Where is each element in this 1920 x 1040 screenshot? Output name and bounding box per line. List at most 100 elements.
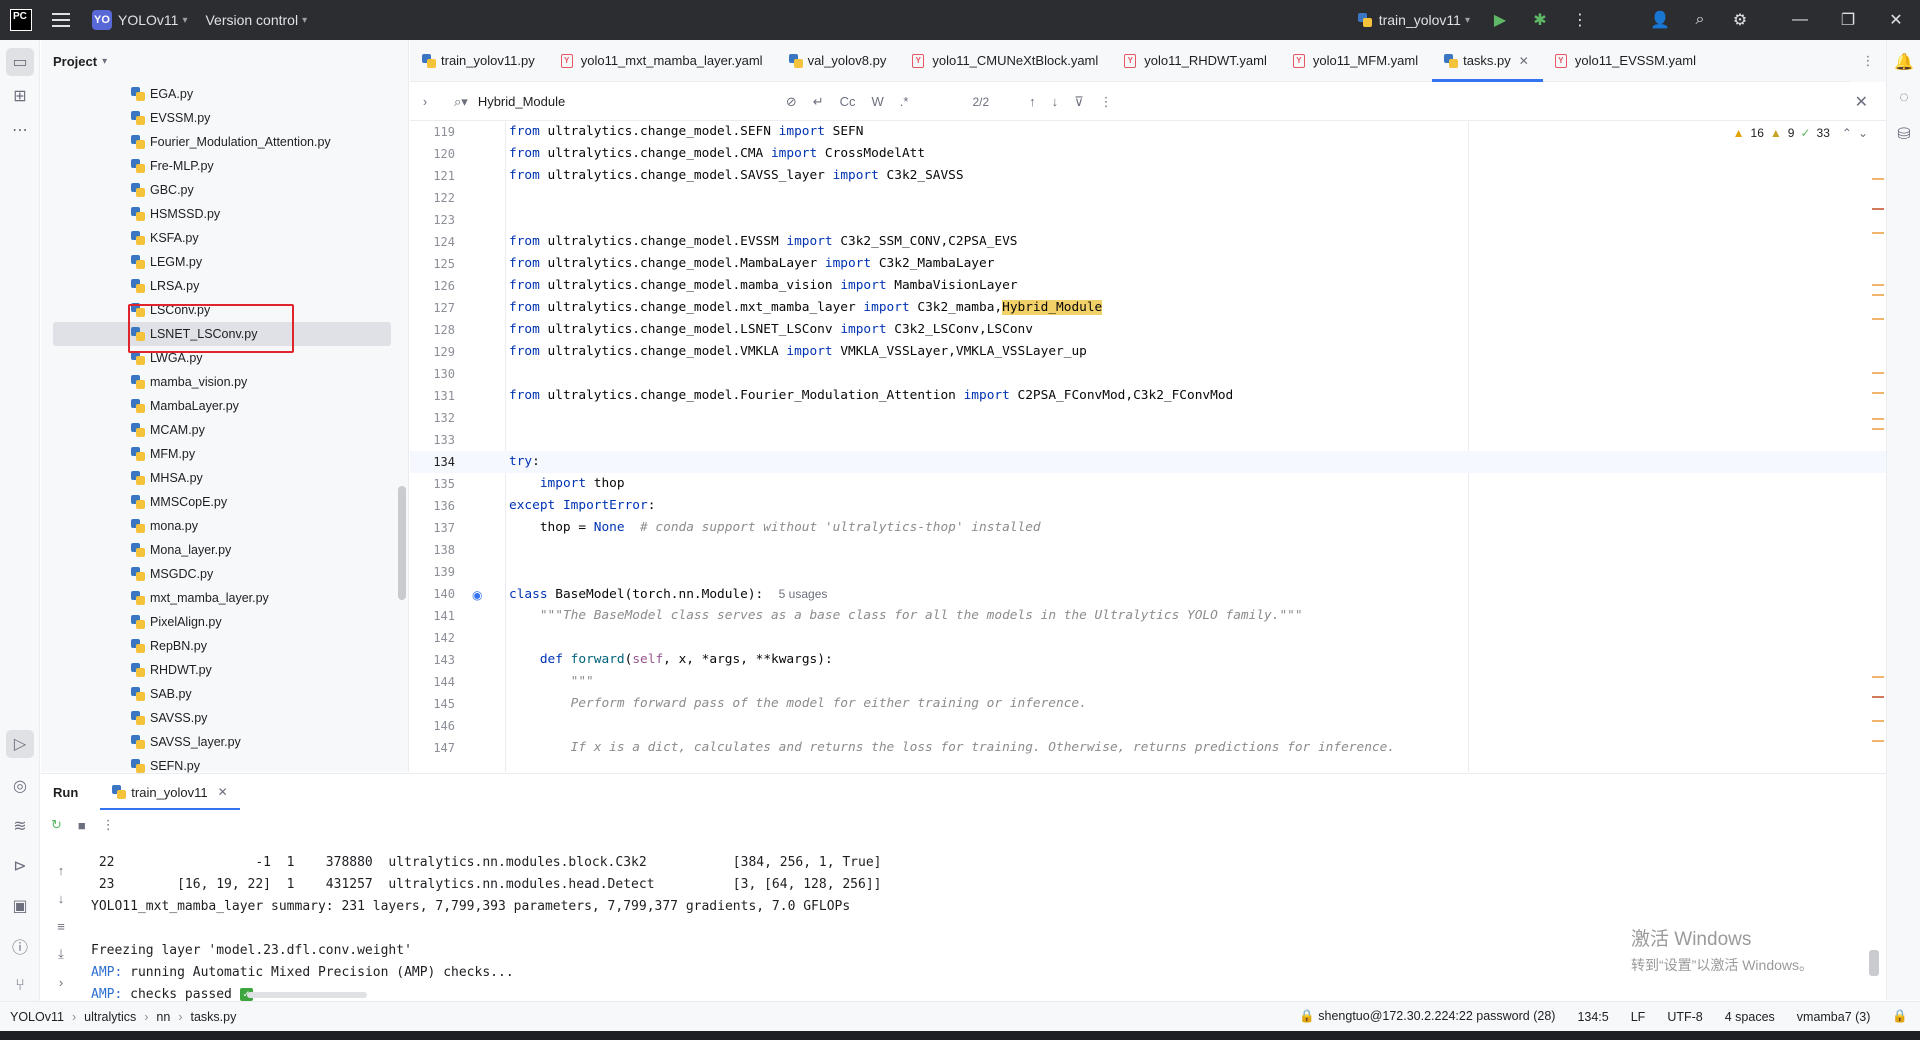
breadcrumb-item[interactable]: tasks.py bbox=[190, 1010, 236, 1024]
tree-file-item[interactable]: EVSSM.py bbox=[41, 106, 397, 130]
console-output[interactable]: 22 -1 1 378880 ultralytics.nn.modules.bl… bbox=[91, 852, 1831, 1006]
project-folder-icon[interactable]: ▭ bbox=[6, 48, 34, 76]
tree-file-item[interactable]: MMSCopE.py bbox=[41, 490, 397, 514]
close-find-icon[interactable]: ✕ bbox=[1855, 92, 1868, 112]
project-panel-header[interactable]: Project ▾ bbox=[41, 40, 408, 82]
next-problem-icon[interactable]: ⌄ bbox=[1858, 126, 1868, 140]
inspection-widget[interactable]: ▲ 16 ▲ 9 ✓ 33 ⌃ ⌄ bbox=[1733, 126, 1868, 140]
run-config-dropdown[interactable]: train_yolov11 bbox=[1379, 12, 1461, 28]
git-icon[interactable]: ⑂ bbox=[6, 972, 34, 1000]
tree-file-item[interactable]: MSGDC.py bbox=[41, 562, 397, 586]
tree-file-item[interactable]: MFM.py bbox=[41, 442, 397, 466]
tree-file-item[interactable]: Fourier_Modulation_Attention.py bbox=[41, 130, 397, 154]
expand-replace-icon[interactable]: › bbox=[410, 94, 440, 109]
tree-file-item[interactable]: SAVSS_layer.py bbox=[41, 730, 397, 754]
services-icon[interactable]: ⊳ bbox=[6, 852, 34, 880]
editor-tab[interactable]: Yyolo11_RHDWT.yaml bbox=[1112, 40, 1281, 81]
tree-file-item[interactable]: PixelAlign.py bbox=[41, 610, 397, 634]
breadcrumb-item[interactable]: nn bbox=[156, 1010, 170, 1024]
tabs-more-icon[interactable]: ⋮ bbox=[1850, 40, 1886, 82]
run-more-icon[interactable]: ⋮ bbox=[102, 817, 115, 833]
editor-tab[interactable]: Yyolo11_mxt_mamba_layer.yaml bbox=[549, 40, 777, 81]
error-stripe-mark[interactable] bbox=[1872, 740, 1884, 742]
find-input[interactable]: Hybrid_Module bbox=[478, 94, 778, 109]
console-h-scrollbar[interactable] bbox=[247, 992, 367, 998]
error-stripe-mark[interactable] bbox=[1872, 392, 1884, 394]
tree-file-item[interactable]: SAB.py bbox=[41, 682, 397, 706]
python-interpreter[interactable]: vmamba7 (3) bbox=[1797, 1010, 1871, 1024]
close-tab-icon[interactable]: ✕ bbox=[218, 785, 228, 799]
tree-file-item[interactable]: mxt_mamba_layer.py bbox=[41, 586, 397, 610]
error-stripe-mark[interactable] bbox=[1872, 318, 1884, 320]
soft-wrap-icon[interactable]: ≡ bbox=[41, 912, 81, 940]
tree-file-item[interactable]: Mona_layer.py bbox=[41, 538, 397, 562]
error-stripe-mark[interactable] bbox=[1872, 178, 1884, 180]
previous-occurrence-icon[interactable]: ↑ bbox=[1029, 94, 1036, 109]
close-window-icon[interactable]: ✕ bbox=[1872, 0, 1920, 40]
ai-assistant-icon[interactable]: ◌ bbox=[1890, 84, 1918, 112]
editor-tab[interactable]: val_yolov8.py bbox=[777, 40, 901, 81]
previous-problem-icon[interactable]: ⌃ bbox=[1842, 126, 1852, 140]
tree-file-item[interactable]: SAVSS.py bbox=[41, 706, 397, 730]
problems-icon[interactable]: ⓘ bbox=[6, 932, 34, 960]
find-more-icon[interactable]: ⋮ bbox=[1100, 94, 1113, 110]
indent-setting[interactable]: 4 spaces bbox=[1725, 1010, 1775, 1024]
scroll-down-icon[interactable]: ↓ bbox=[41, 884, 81, 912]
run-icon[interactable]: ▶ bbox=[1480, 0, 1520, 40]
more-actions-icon[interactable]: ⋮ bbox=[1560, 0, 1600, 40]
vcs-lock-icon[interactable]: 🔒 bbox=[1892, 1009, 1908, 1024]
breadcrumb-item[interactable]: YOLOv11 bbox=[10, 1010, 64, 1024]
tree-file-item[interactable]: RepBN.py bbox=[41, 634, 397, 658]
project-name-dropdown[interactable]: YOLOv11 bbox=[118, 12, 178, 28]
tree-file-item[interactable]: MHSA.py bbox=[41, 466, 397, 490]
python-console-icon[interactable]: ◎ bbox=[6, 772, 34, 800]
layers-icon[interactable]: ≋ bbox=[6, 812, 34, 840]
match-case-toggle[interactable]: Cc bbox=[840, 94, 856, 109]
filter-icon[interactable]: ⊽ bbox=[1074, 94, 1084, 110]
restore-icon[interactable]: ❐ bbox=[1824, 0, 1872, 40]
new-line-icon[interactable]: ↵ bbox=[813, 94, 824, 110]
breadcrumb-item[interactable]: ultralytics bbox=[84, 1010, 136, 1024]
structure-icon[interactable]: ⊞ bbox=[6, 82, 34, 110]
editor-tab[interactable]: Yyolo11_EVSSM.yaml bbox=[1543, 40, 1710, 81]
more-tools-icon[interactable]: ⋯ bbox=[6, 116, 34, 144]
error-stripe-mark[interactable] bbox=[1872, 232, 1884, 234]
error-stripe-mark[interactable] bbox=[1872, 418, 1884, 420]
add-user-icon[interactable]: 👤 bbox=[1640, 0, 1680, 40]
console-scrollbar[interactable] bbox=[1869, 950, 1879, 976]
debug-icon[interactable]: ✱ bbox=[1520, 0, 1560, 40]
tree-file-item[interactable]: EGA.py bbox=[41, 82, 397, 106]
scroll-up-icon[interactable]: ↑ bbox=[41, 856, 81, 884]
tree-file-item[interactable]: MambaLayer.py bbox=[41, 394, 397, 418]
line-separator[interactable]: LF bbox=[1631, 1010, 1646, 1024]
run-tab[interactable]: train_yolov11 ✕ bbox=[100, 774, 241, 810]
terminal-icon[interactable]: ▣ bbox=[6, 892, 34, 920]
tree-file-item[interactable]: mona.py bbox=[41, 514, 397, 538]
database-icon[interactable]: ⛁ bbox=[1890, 120, 1918, 148]
error-stripe-mark[interactable] bbox=[1872, 208, 1884, 210]
main-menu-icon[interactable] bbox=[52, 13, 70, 27]
error-stripe-mark[interactable] bbox=[1872, 428, 1884, 430]
error-stripe-mark[interactable] bbox=[1872, 372, 1884, 374]
notifications-icon[interactable]: 🔔 bbox=[1890, 48, 1918, 76]
regex-toggle[interactable]: .* bbox=[900, 94, 909, 109]
search-history-icon[interactable]: ⌕▾ bbox=[454, 94, 468, 110]
error-stripe-mark[interactable] bbox=[1872, 696, 1884, 698]
search-icon[interactable]: ⌕ bbox=[1680, 0, 1720, 40]
tree-file-item[interactable]: GBC.py bbox=[41, 178, 397, 202]
whole-words-toggle[interactable]: W bbox=[872, 94, 884, 109]
tree-file-item[interactable]: LEGM.py bbox=[41, 250, 397, 274]
tree-file-item[interactable]: RHDWT.py bbox=[41, 658, 397, 682]
clear-search-icon[interactable]: ⊘ bbox=[786, 94, 797, 110]
expand-icon[interactable]: › bbox=[41, 968, 81, 996]
error-stripe-mark[interactable] bbox=[1872, 284, 1884, 286]
tree-file-item[interactable]: MCAM.py bbox=[41, 418, 397, 442]
remote-interpreter[interactable]: 🔒 shengtuo@172.30.2.224:22 password (28) bbox=[1299, 1009, 1555, 1024]
editor-tab[interactable]: Yyolo11_MFM.yaml bbox=[1281, 40, 1432, 81]
error-stripe-mark[interactable] bbox=[1872, 720, 1884, 722]
editor-tab[interactable]: tasks.py ✕ bbox=[1432, 40, 1543, 82]
editor-tab[interactable]: Yyolo11_CMUNeXtBlock.yaml bbox=[900, 40, 1112, 81]
tree-file-item[interactable]: KSFA.py bbox=[41, 226, 397, 250]
rerun-icon[interactable]: ↻ bbox=[51, 817, 62, 833]
tree-file-item[interactable]: LRSA.py bbox=[41, 274, 397, 298]
